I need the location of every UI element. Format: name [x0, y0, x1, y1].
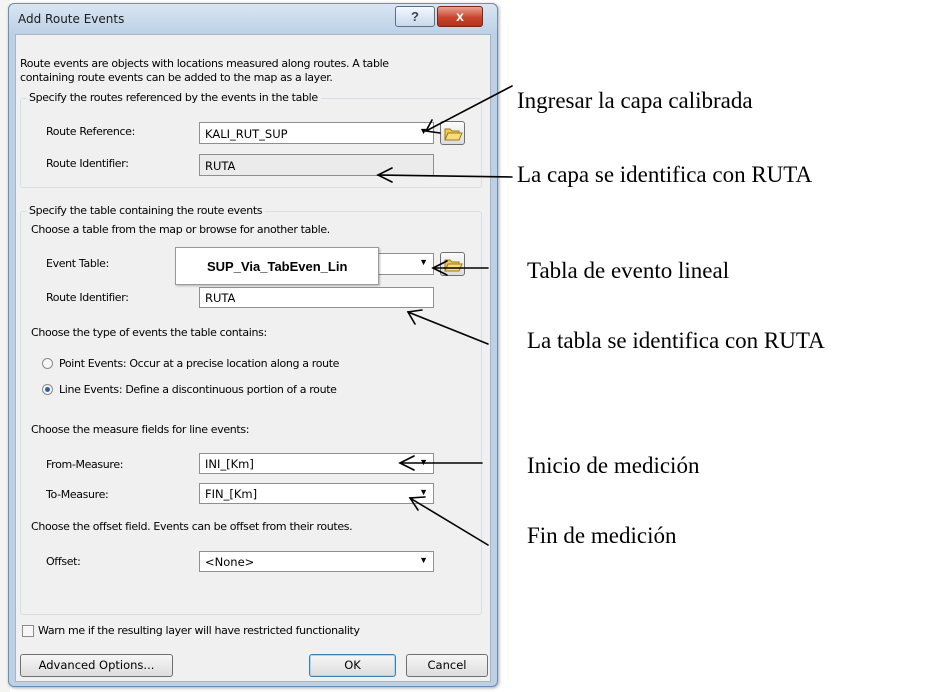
annotation-fin-medicion: Fin de medición	[527, 523, 677, 548]
annotation-capa-ruta: La capa se identifica con RUTA	[517, 162, 813, 187]
annotation-capa-calibrada: Ingresar la capa calibrada	[517, 88, 753, 113]
arrow-inicio	[398, 455, 483, 471]
annotation-tabla-evento: Tabla de evento lineal	[527, 258, 730, 283]
arrow-tabla-ruta	[406, 309, 489, 345]
arrow-capa-ruta	[376, 167, 513, 183]
arrow-tabla-evento	[431, 260, 489, 276]
arrow-fin	[408, 496, 489, 546]
annotation-tabla-ruta: La tabla se identifica con RUTA	[527, 328, 825, 353]
annotation-inicio-medicion: Inicio de medición	[527, 453, 700, 478]
arrow-capa-calibrada	[424, 85, 513, 134]
